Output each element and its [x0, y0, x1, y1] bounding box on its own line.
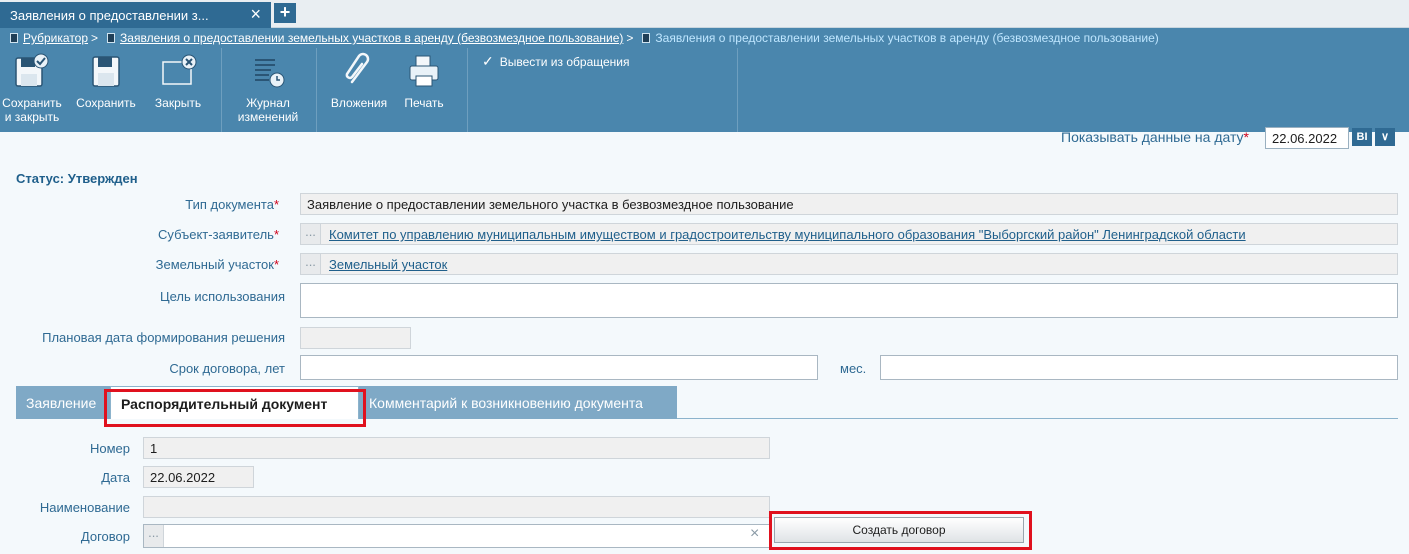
land-plot-field[interactable]: ... Земельный участок	[300, 253, 1398, 275]
journal-clock-icon	[249, 52, 287, 90]
document-tab[interactable]: Заявления о предоставлении з... ×	[0, 2, 271, 28]
doc-type-field[interactable]: Заявление о предоставлении земельного уч…	[300, 193, 1398, 215]
save-button[interactable]: Сохранить	[74, 52, 138, 110]
breadcrumb-current: Заявления о предоставлении земельных уча…	[655, 31, 1159, 45]
name-label: Наименование	[39, 500, 130, 515]
save-check-icon	[12, 52, 50, 90]
paperclip-icon	[340, 52, 378, 90]
status-label: Статус: Утвержден	[16, 171, 138, 186]
close-window-icon	[159, 52, 197, 90]
applicant-label: Субъект-заявитель*	[158, 227, 279, 242]
applicant-field[interactable]: ... Комитет по управлению муниципальным …	[300, 223, 1398, 245]
highlight-box-create	[769, 511, 1032, 550]
save-and-close-button[interactable]: Сохранить и закрыть	[0, 52, 62, 124]
date-field[interactable]: 22.06.2022	[143, 466, 254, 488]
date-filter-label: Показывать данные на дату*	[1061, 129, 1249, 145]
date-dropdown-button[interactable]: ∨	[1375, 128, 1395, 146]
planned-date-label: Плановая дата формирования решения	[42, 330, 285, 345]
clear-contract-icon[interactable]: ×	[750, 525, 759, 543]
tab-comment[interactable]: Комментарий к возникновению документа	[359, 386, 677, 419]
tab-application[interactable]: Заявление	[16, 386, 110, 419]
breadcrumb: Рубрикатор > Заявления о предоставлении зе…	[0, 28, 1409, 48]
change-journal-button[interactable]: Журнал изменений	[228, 52, 308, 124]
months-label: мес.	[840, 361, 867, 376]
land-plot-select-button[interactable]: ...	[301, 254, 321, 274]
contract-years-input[interactable]	[300, 355, 818, 380]
toolbar: Сохранить и закрыть Сохранить Закрыть Жу…	[0, 48, 1409, 132]
date-filter-input[interactable]: 22.06.2022	[1265, 127, 1349, 149]
breadcrumb-item-rubricator[interactable]: Рубрикатор	[23, 31, 88, 45]
floppy-disk-icon	[87, 52, 125, 90]
land-plot-label: Земельный участок*	[155, 257, 279, 272]
checkmark-icon: ✓	[482, 53, 494, 69]
date-label: Дата	[101, 470, 130, 485]
number-label: Номер	[89, 441, 130, 456]
purpose-label: Цель использования	[159, 289, 285, 304]
number-field[interactable]: 1	[143, 437, 770, 459]
contract-months-input[interactable]	[880, 355, 1398, 380]
document-icon	[642, 33, 651, 43]
date-mode-button[interactable]: ВI	[1352, 128, 1372, 146]
close-tab-icon[interactable]: ×	[250, 5, 261, 23]
planned-date-field[interactable]	[300, 327, 411, 349]
attachments-button[interactable]: Вложения	[326, 52, 392, 110]
contract-label: Договор	[80, 529, 130, 544]
applicant-select-button[interactable]: ...	[301, 224, 321, 244]
printer-icon	[405, 52, 443, 90]
name-field[interactable]	[143, 496, 770, 518]
list-icon	[107, 33, 116, 43]
print-button[interactable]: Печать	[398, 52, 450, 110]
doc-type-label: Тип документа*	[185, 197, 279, 212]
window-tab-bar: Заявления о предоставлении з... × +	[0, 0, 1409, 28]
withdraw-button[interactable]: ✓ Вывести из обращения	[482, 53, 629, 70]
applicant-link[interactable]: Комитет по управлению муниципальным имущ…	[329, 227, 1246, 242]
contract-field[interactable]: ...	[143, 524, 770, 548]
breadcrumb-item-applications[interactable]: Заявления о предоставлении земельных уча…	[120, 31, 623, 45]
add-tab-button[interactable]: +	[274, 3, 296, 23]
close-button[interactable]: Закрыть	[148, 52, 208, 110]
purpose-input[interactable]	[300, 283, 1398, 318]
land-plot-link[interactable]: Земельный участок	[329, 257, 447, 272]
folder-icon	[10, 33, 18, 43]
highlight-box	[104, 389, 366, 427]
contract-select-button[interactable]: ...	[144, 525, 164, 547]
contract-term-label: Срок договора, лет	[169, 361, 285, 376]
document-tab-title: Заявления о предоставлении з...	[10, 8, 209, 23]
